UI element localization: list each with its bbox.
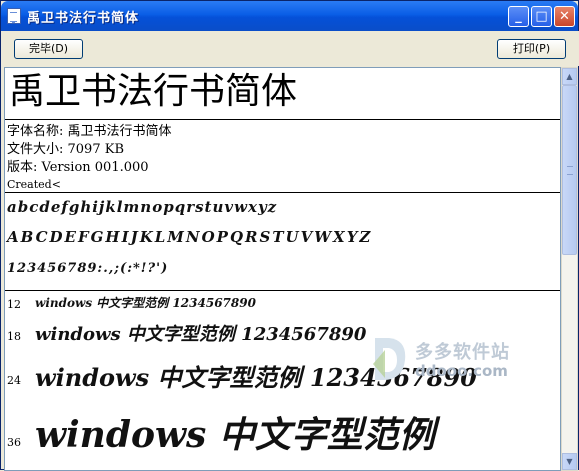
font-preview-pane[interactable]: 禹卫书法行书简体 字体名称: 禹卫书法行书简体 文件大小: 7097 KB 版本…: [4, 67, 561, 471]
font-viewer-window: 禹卫书法行书简体 _ □ ✕ 完毕(D) 打印(P) 禹卫书法行书简体 字体名称…: [0, 0, 579, 471]
size-sample-36: windows 中文字型范例: [35, 414, 435, 456]
ddooo-logo-icon: [373, 338, 406, 380]
scroll-down-arrow-icon[interactable]: ▼: [562, 453, 577, 470]
size-label-18: 18: [7, 330, 21, 343]
lowercase-sample: abcdefghijklmnopqrstuvwxyz: [7, 198, 278, 216]
divider: [5, 192, 560, 193]
size-label-24: 24: [7, 374, 21, 387]
minimize-button[interactable]: _: [508, 6, 529, 27]
divider: [5, 290, 560, 291]
print-button[interactable]: 打印(P): [497, 39, 566, 59]
created-line: Created<: [7, 178, 61, 191]
maximize-button[interactable]: □: [531, 6, 552, 27]
done-button[interactable]: 完毕(D): [14, 39, 83, 59]
scroll-up-arrow-icon[interactable]: ▲: [562, 68, 577, 85]
font-name-heading: 禹卫书法行书简体: [9, 71, 298, 112]
window-title: 禹卫书法行书简体: [27, 11, 140, 26]
font-name-line: 字体名称: 禹卫书法行书简体: [7, 124, 172, 139]
size-label-12: 12: [7, 298, 21, 311]
size-sample-18: windows 中文字型范例 1234567890: [35, 324, 367, 345]
toolbar: 完毕(D) 打印(P): [2, 31, 579, 66]
size-label-36: 36: [7, 436, 21, 449]
watermark-name: 多多软件站: [415, 342, 510, 363]
title-bar[interactable]: 禹卫书法行书简体 _ □ ✕: [1, 1, 578, 31]
size-sample-24: windows 中文字型范例 1234567890: [35, 363, 477, 392]
watermark-url: ddooo.com: [415, 362, 508, 380]
size-sample-12: windows 中文字型范例 1234567890: [35, 296, 256, 310]
digits-sample: 123456789:.,;(:*!?'): [7, 261, 169, 276]
version-line: 版本: Version 001.000: [7, 160, 149, 175]
close-button[interactable]: ✕: [554, 6, 575, 27]
vertical-scrollbar[interactable]: ▲ ▼: [561, 67, 578, 471]
scrollbar-thumb[interactable]: [562, 85, 577, 255]
document-icon: [7, 8, 21, 24]
uppercase-sample: ABCDEFGHIJKLMNOPQRSTUVWXYZ: [7, 228, 373, 246]
file-size-line: 文件大小: 7097 KB: [7, 142, 124, 157]
divider: [5, 119, 560, 120]
